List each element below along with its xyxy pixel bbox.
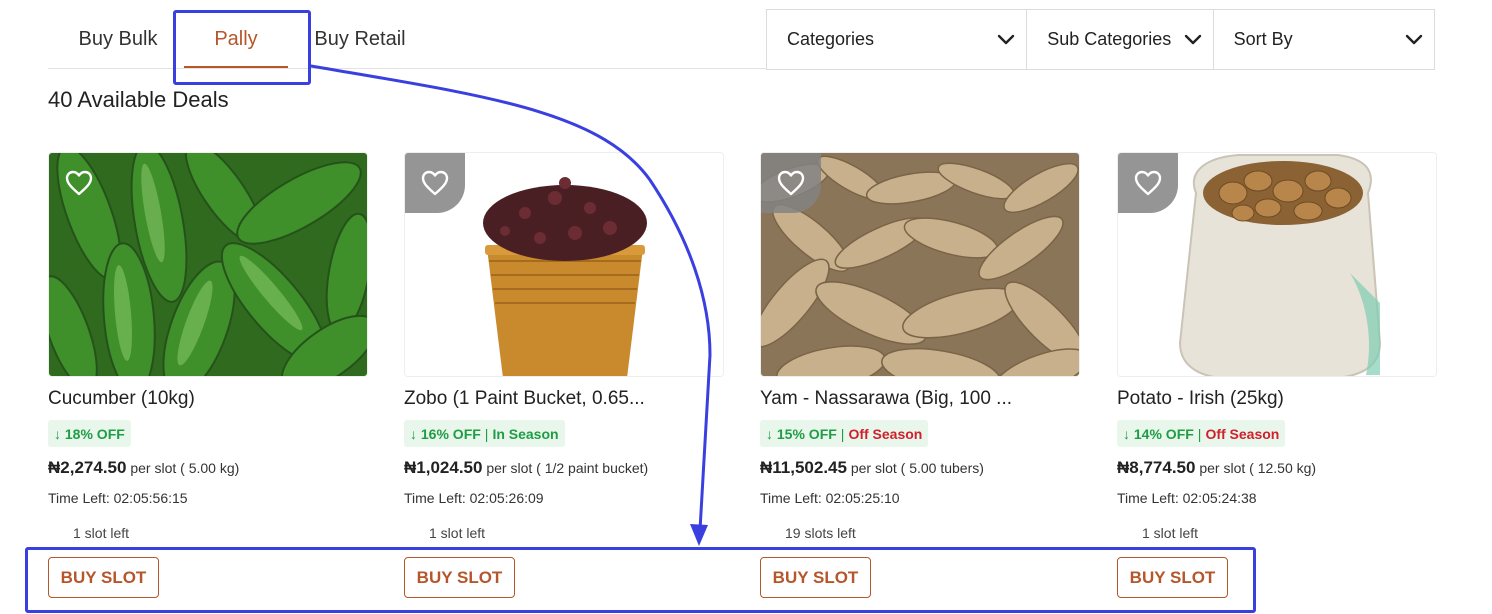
price-row: ₦1,024.50 per slot ( 1/2 paint bucket) xyxy=(404,458,648,478)
season-label: Off Season xyxy=(1205,425,1280,442)
badge-separator: | xyxy=(1197,425,1202,442)
price-unit: per slot ( 12.50 kg) xyxy=(1199,460,1317,476)
sub-categories-dropdown[interactable]: Sub Categories xyxy=(1027,10,1214,69)
price-row: ₦11,502.45 per slot ( 5.00 tubers) xyxy=(760,458,984,478)
chevron-down-icon xyxy=(1404,30,1424,50)
slots-left: 1 slot left xyxy=(1142,525,1199,541)
price-value: ₦1,024.50 xyxy=(404,458,483,477)
discount-label: ↓ 18% OFF xyxy=(54,425,125,442)
season-label: In Season xyxy=(492,425,559,442)
product-name[interactable]: Cucumber (10kg) xyxy=(48,388,195,410)
price-unit: per slot ( 5.00 kg) xyxy=(130,460,240,476)
badge-separator: | xyxy=(840,425,845,442)
discount-label: ↓ 15% OFF xyxy=(766,425,837,442)
product-card-potato: Potato - Irish (25kg) ↓ 14% OFF | Off Seas… xyxy=(1117,152,1437,602)
buy-slot-button[interactable]: BUY SLOT xyxy=(404,557,515,598)
chevron-down-icon xyxy=(1183,30,1203,50)
categories-dropdown[interactable]: Categories xyxy=(767,10,1028,69)
categories-label: Categories xyxy=(787,29,875,49)
price-row: ₦2,274.50 per slot ( 5.00 kg) xyxy=(48,458,239,478)
product-image-yam[interactable] xyxy=(760,152,1080,377)
badge-separator: | xyxy=(484,425,489,442)
price-value: ₦11,502.45 xyxy=(760,458,847,477)
product-name[interactable]: Potato - Irish (25kg) xyxy=(1117,388,1284,410)
slots-left: 1 slot left xyxy=(73,525,130,541)
product-name[interactable]: Zobo (1 Paint Bucket, 0.65... xyxy=(404,388,645,410)
product-card-cucumber: Cucumber (10kg) ↓ 18% OFF ₦2,274.50 per … xyxy=(48,152,368,602)
heart-outline-icon xyxy=(1134,170,1162,196)
tab-buy-bulk[interactable]: Buy Bulk xyxy=(68,10,168,68)
buy-slot-button[interactable]: BUY SLOT xyxy=(1117,557,1228,598)
product-image-cucumber[interactable] xyxy=(48,152,368,377)
time-left: Time Left: 02:05:25:10 xyxy=(760,490,900,506)
discount-badge: ↓ 16% OFF | In Season xyxy=(404,420,565,447)
product-card-zobo: Zobo (1 Paint Bucket, 0.65... ↓ 16% OFF |… xyxy=(404,152,724,602)
product-name[interactable]: Yam - Nassarawa (Big, 100 ... xyxy=(760,388,1012,410)
heart-outline-icon xyxy=(421,170,449,196)
time-left: Time Left: 02:05:26:09 xyxy=(404,490,544,506)
active-tab-indicator xyxy=(184,66,288,68)
season-label: Off Season xyxy=(848,425,923,442)
product-card-yam: Yam - Nassarawa (Big, 100 ... ↓ 15% OFF |… xyxy=(760,152,1080,602)
price-value: ₦2,274.50 xyxy=(48,458,127,477)
filter-bar: Categories Sub Categories Sort By xyxy=(766,9,1435,70)
chevron-down-icon xyxy=(996,30,1016,50)
discount-badge: ↓ 18% OFF xyxy=(48,420,131,447)
buy-slot-button[interactable]: BUY SLOT xyxy=(760,557,871,598)
discount-label: ↓ 14% OFF xyxy=(1123,425,1194,442)
discount-badge: ↓ 15% OFF | Off Season xyxy=(760,420,929,447)
tab-buy-retail[interactable]: Buy Retail xyxy=(310,10,410,68)
favorite-button[interactable] xyxy=(761,153,821,213)
price-unit: per slot ( 1/2 paint bucket) xyxy=(486,460,649,476)
favorite-button[interactable] xyxy=(1118,153,1178,213)
sort-by-dropdown[interactable]: Sort By xyxy=(1214,10,1434,69)
price-value: ₦8,774.50 xyxy=(1117,458,1196,477)
discount-label: ↓ 16% OFF xyxy=(410,425,481,442)
sort-by-label: Sort By xyxy=(1233,29,1293,49)
favorite-button[interactable] xyxy=(405,153,465,213)
heart-outline-icon xyxy=(65,170,93,196)
discount-badge: ↓ 14% OFF | Off Season xyxy=(1117,420,1286,447)
buy-slot-button[interactable]: BUY SLOT xyxy=(48,557,159,598)
price-row: ₦8,774.50 per slot ( 12.50 kg) xyxy=(1117,458,1316,478)
tab-pally[interactable]: Pally xyxy=(184,10,288,68)
sub-categories-label: Sub Categories xyxy=(1047,29,1172,49)
time-left: Time Left: 02:05:56:15 xyxy=(48,490,188,506)
product-image-potato[interactable] xyxy=(1117,152,1437,377)
slots-left: 1 slot left xyxy=(429,525,486,541)
tab-pally-label: Pally xyxy=(214,27,258,50)
product-image-zobo[interactable] xyxy=(404,152,724,377)
available-deals-count: 40 Available Deals xyxy=(48,87,229,112)
heart-outline-icon xyxy=(777,170,805,196)
favorite-button[interactable] xyxy=(49,153,109,213)
price-unit: per slot ( 5.00 tubers) xyxy=(850,460,984,476)
slots-left: 19 slots left xyxy=(785,525,856,541)
time-left: Time Left: 02:05:24:38 xyxy=(1117,490,1257,506)
